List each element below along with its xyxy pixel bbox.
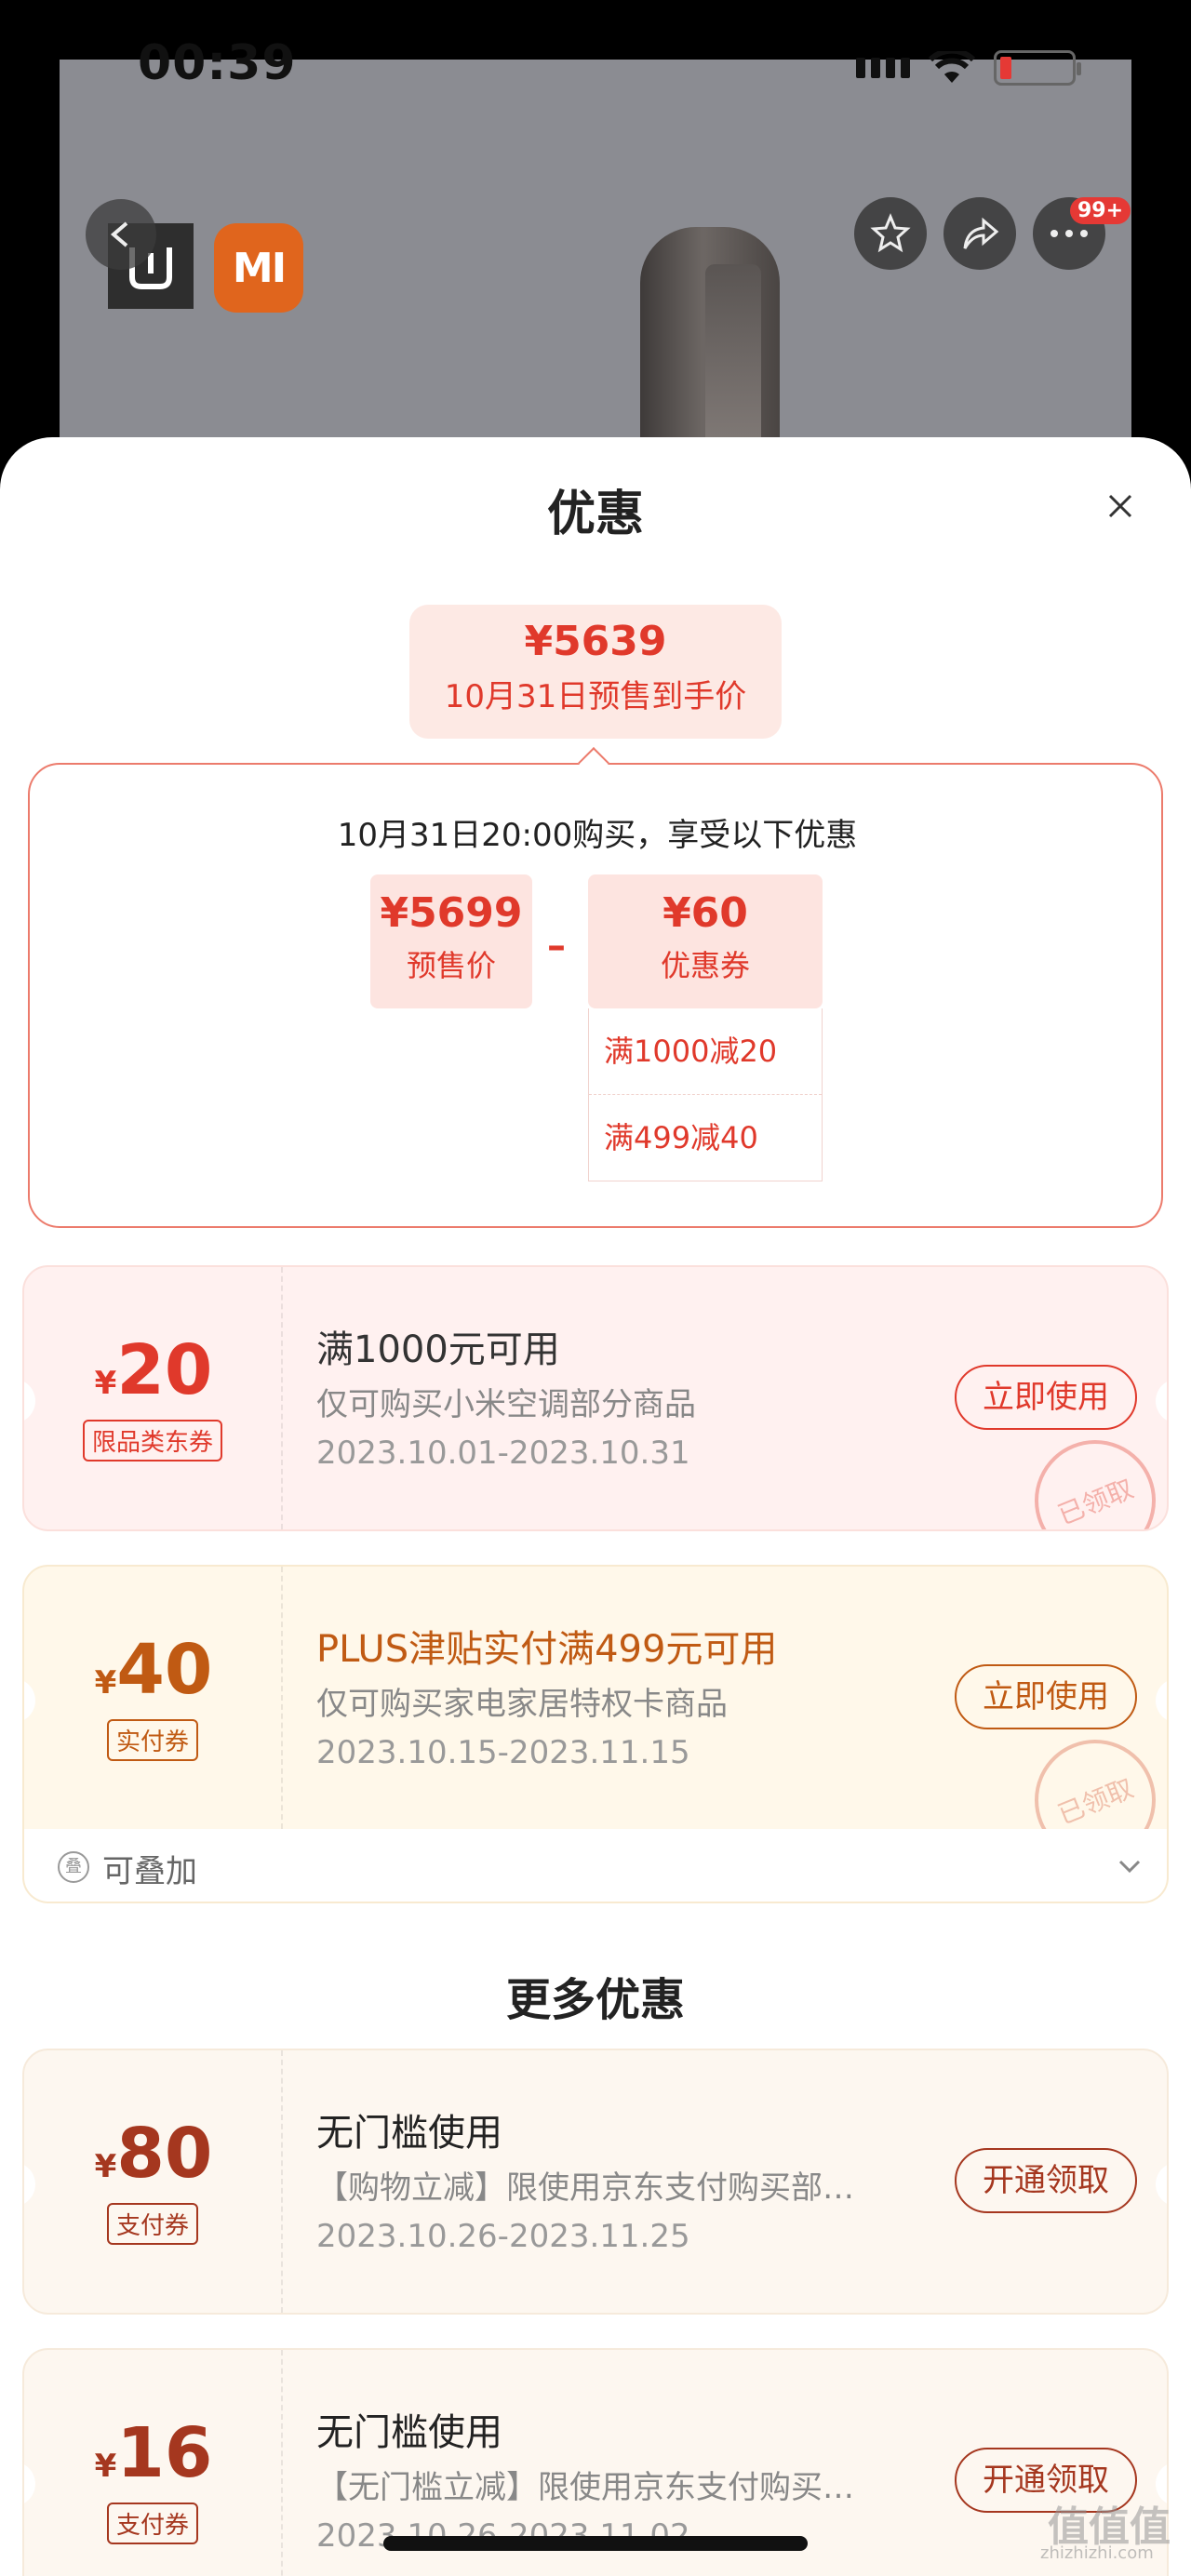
back-button[interactable]: [86, 199, 156, 270]
coupon-conditions: 满1000减20 满499减40: [588, 1008, 823, 1181]
more-discounts-title: 更多优惠: [505, 1974, 685, 2026]
final-price-bubble: ¥5639 10月31日预售到手价: [409, 605, 782, 739]
coupon-type-tag: 支付券: [106, 2503, 199, 2544]
coupon-amount: ¥40: [94, 1630, 213, 1710]
coupon-validity: 2023.10.01-2023.10.31: [316, 1435, 690, 1472]
coupon-validity: 2023.10.15-2023.11.15: [316, 1734, 690, 1771]
star-icon: [870, 213, 911, 253]
coupon-title: 满1000元可用: [316, 1328, 560, 1371]
presale-label: 预售价: [406, 948, 496, 983]
share-icon: [963, 217, 999, 249]
status-icons: [856, 50, 1081, 86]
coupon-amount: ¥16: [94, 2413, 213, 2493]
share-button[interactable]: [943, 197, 1016, 270]
activate-claim-button[interactable]: 开通领取: [955, 2148, 1137, 2213]
final-price-label: 10月31日预售到手价: [444, 678, 747, 715]
coupon-description: 仅可购买小米空调部分商品: [316, 1386, 696, 1423]
mi-logo: MI: [214, 223, 303, 313]
final-price: ¥5639: [524, 618, 667, 665]
coupon-amount-area: ¥16 支付券: [24, 2350, 283, 2576]
use-now-button[interactable]: 立即使用: [955, 1664, 1137, 1729]
presale-price: ¥5699: [380, 889, 523, 937]
coupon-total-box: ¥60 优惠券: [588, 874, 823, 1008]
favorite-button[interactable]: [854, 197, 927, 270]
signal-icon: [856, 58, 910, 78]
coupon-type-tag: 支付券: [106, 2203, 199, 2245]
stackable-toggle[interactable]: 叠 可叠加: [22, 1829, 1169, 1903]
coupon-condition: 满499减40: [589, 1094, 822, 1180]
watermark-url: zhizhizhi.com: [1040, 2543, 1154, 2563]
sheet-title: 优惠: [546, 487, 644, 542]
coupon-card: ¥80 支付券 无门槛使用 【购物立减】限使用京东支付购买部… 2023.10.…: [22, 2049, 1169, 2315]
presale-price-box: ¥5699 预售价: [370, 874, 532, 1008]
claimed-stamp: 已领取: [1016, 1421, 1167, 1529]
chevron-down-icon: [1118, 1860, 1141, 1874]
use-now-button[interactable]: 立即使用: [955, 1365, 1137, 1430]
minus-sign: –: [547, 925, 566, 968]
calc-title: 10月31日20:00购买，享受以下优惠: [337, 817, 858, 854]
status-time: 00:39: [138, 35, 297, 91]
coupon-title: 无门槛使用: [316, 2411, 502, 2454]
coupon-amount-area: ¥20 限品类东券: [24, 1267, 283, 1529]
coupon-title: 无门槛使用: [316, 2112, 502, 2155]
coupon-validity: 2023.10.26-2023.11.25: [316, 2218, 690, 2255]
coupon-card: ¥20 限品类东券 满1000元可用 仅可购买小米空调部分商品 2023.10.…: [22, 1265, 1169, 1531]
coupon-description: 【无门槛立减】限使用京东支付购买…: [316, 2469, 854, 2506]
coupon-type-tag: 实付券: [106, 1719, 199, 1761]
price-calculation-box: 10月31日20:00购买，享受以下优惠 ¥5699 预售价 – ¥60 优惠券…: [28, 763, 1163, 1228]
coupon-type-tag: 限品类东券: [82, 1420, 223, 1462]
coupon-total-label: 优惠券: [660, 948, 750, 983]
more-dots-icon: [1050, 230, 1088, 237]
coupon-condition: 满1000减20: [604, 1034, 778, 1069]
coupon-amount: ¥20: [94, 1330, 213, 1410]
coupon-amount: ¥80: [94, 2114, 213, 2194]
discount-sheet: 优惠 ¥5639 10月31日预售到手价 10月31日20:00购买，享受以下优…: [0, 437, 1191, 2576]
coupon-card: ¥40 实付券 PLUS津贴实付满499元可用 仅可购买家电家居特权卡商品 20…: [22, 1565, 1169, 1831]
status-bar: 00:39: [0, 0, 1191, 140]
message-badge: 99+: [1070, 197, 1131, 224]
coupon-title: PLUS津贴实付满499元可用: [316, 1628, 778, 1671]
coupon-total: ¥60: [662, 889, 748, 937]
close-button[interactable]: [1100, 486, 1141, 527]
battery-icon: [994, 50, 1081, 86]
stack-icon: 叠: [58, 1851, 89, 1883]
coupon-amount-area: ¥80 支付券: [24, 2050, 283, 2313]
close-icon: [1108, 494, 1132, 518]
wifi-icon: [929, 51, 975, 83]
claimed-stamp: 已领取: [1016, 1721, 1167, 1829]
home-indicator[interactable]: [383, 2536, 808, 2551]
coupon-description: 仅可购买家电家居特权卡商品: [316, 1686, 728, 1723]
chevron-left-icon: [110, 221, 128, 247]
coupon-amount-area: ¥40 实付券: [24, 1567, 283, 1829]
stackable-label: 可叠加: [102, 1853, 197, 1890]
coupon-description: 【购物立减】限使用京东支付购买部…: [316, 2169, 854, 2207]
